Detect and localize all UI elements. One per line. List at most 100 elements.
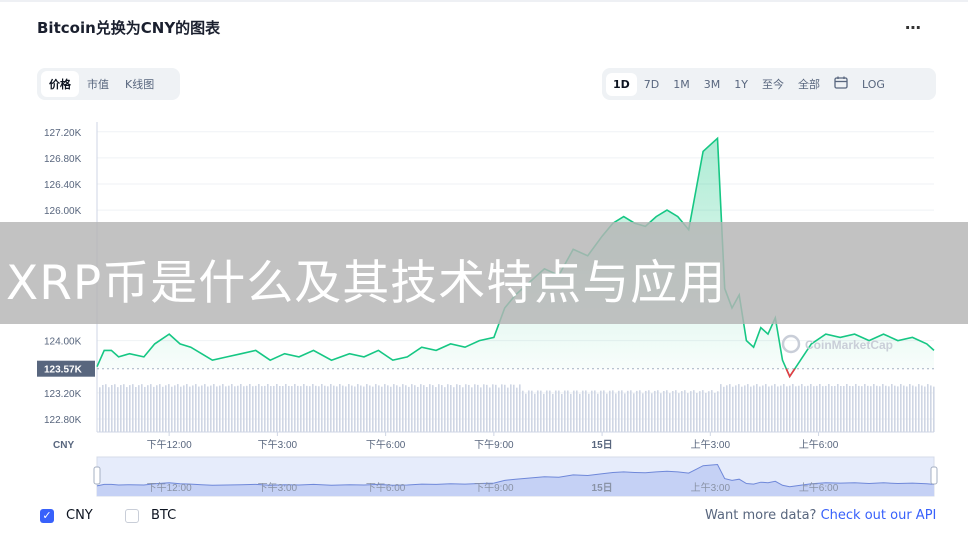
volume-bar [723,386,725,432]
volume-bar [570,393,572,432]
volume-bar [804,386,806,432]
volume-bar [243,386,245,432]
volume-bar [441,385,443,432]
volume-bar [678,393,680,432]
navigator-handle-left[interactable] [93,466,101,485]
volume-bar [486,384,488,432]
volume-bar [855,384,857,432]
volume-bar [195,384,197,432]
volume-bar [264,385,266,432]
volume-bar [390,386,392,432]
watermark: CoinMarketCap [781,334,893,354]
volume-bar [822,386,824,432]
volume-bar [546,390,548,432]
volume-bar [222,384,224,432]
checkbox-unchecked-icon[interactable] [125,508,139,523]
volume-bar [771,385,773,432]
volume-bar [834,385,836,432]
volume-bar [450,385,452,432]
volume-bar [792,384,794,432]
volume-bar [417,386,419,432]
volume-bar [711,390,713,432]
volume-bar [594,390,596,432]
volume-bar [489,387,491,432]
x-tick-label: 上午6:00 [799,438,839,451]
volume-bar [900,384,902,432]
volume-bar [225,386,227,432]
volume-bar [909,384,911,432]
volume-bar [261,386,263,432]
volume-bar [354,386,356,432]
volume-bar [858,385,860,432]
volume-bar [654,390,656,432]
volume-bar [198,386,200,432]
volume-bar [378,385,380,432]
volume-bar [213,384,215,432]
volume-bar [708,391,710,432]
legend-btc[interactable]: BTC [125,508,176,523]
volume-bar [732,386,734,432]
volume-bar [294,384,296,432]
volume-bar [177,384,179,432]
volume-bar [339,384,341,432]
volume-bar [789,385,791,432]
volume-bar [366,384,368,432]
volume-bar [504,384,506,432]
volume-bar [468,384,470,432]
volume-bar [525,393,527,432]
volume-bar [549,390,551,432]
volume-bar [171,386,173,432]
volume-bar [315,385,317,432]
volume-bar [780,385,782,432]
volume-bar [810,384,812,432]
coinmarketcap-logo-icon [781,334,801,354]
volume-bar [114,384,116,432]
api-link[interactable]: Check out our API [821,508,937,523]
volume-bar [471,387,473,432]
volume-bar [747,384,749,432]
volume-bar [135,387,137,432]
volume-bar [108,387,110,432]
volume-bar [180,386,182,432]
volume-bar [405,385,407,432]
volume-bar [891,384,893,432]
volume-bar [843,386,845,432]
volume-bar [492,384,494,432]
volume-bar [786,386,788,432]
x-tick-label: 15日 [592,439,613,451]
current-value-label: 123.57K [44,365,83,376]
volume-bar [381,386,383,432]
volume-bar [432,385,434,432]
navigator-handle-right[interactable] [930,466,938,485]
navigator-tick-label: 下午6:00 [366,481,406,494]
volume-bar [330,384,332,432]
volume-bar [852,386,854,432]
checkbox-checked-icon[interactable]: ✓ [40,508,54,523]
volume-bar [267,384,269,432]
volume-bar [183,385,185,432]
volume-bar [615,393,617,432]
volume-bar [675,390,677,432]
volume-bar [360,385,362,432]
volume-bar [501,384,503,432]
volume-bar [102,384,104,432]
currency-axis-label: CNY [53,440,74,451]
range-navigator[interactable]: 下午12:00 下午3:00 下午6:00 下午9:00 15日 上午3:00 上午6:00 [93,456,938,497]
navigator-tick-label: 下午12:00 [147,481,192,494]
volume-bar [429,384,431,432]
volume-bar [447,384,449,432]
volume-bar [579,393,581,432]
volume-bar [684,390,686,432]
volume-bar [462,387,464,432]
volume-bar [582,390,584,432]
volume-bar [876,385,878,432]
volume-bar [192,385,194,432]
y-tick-label: 126.80K [44,154,82,165]
volume-bar [516,387,518,432]
legend-cny[interactable]: ✓ CNY [40,508,93,523]
volume-bar [303,384,305,432]
volume-bar [495,384,497,432]
volume-bar [498,387,500,432]
volume-bar [324,385,326,432]
volume-bar [897,386,899,432]
